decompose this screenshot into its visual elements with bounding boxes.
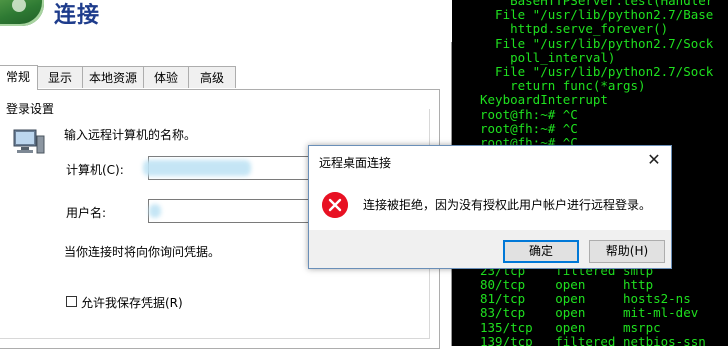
- terminal-line: 80/tcp open http: [480, 277, 654, 292]
- group-label: 登录设置: [4, 100, 57, 117]
- terminal-line: File "/usr/lib/python2.7/Sock: [480, 64, 714, 79]
- rdp-title: 连接: [54, 3, 101, 28]
- close-icon[interactable]: ✕: [643, 149, 665, 171]
- dialog-title: 远程桌面连接: [319, 156, 392, 170]
- terminal-line: 135/tcp open msrpc: [480, 319, 661, 335]
- computer-label: 计算机(C):: [66, 163, 124, 177]
- terminal-line: root@fh:~# ^C: [480, 106, 578, 122]
- username-field[interactable]: [148, 199, 318, 223]
- help-button[interactable]: 帮助(H): [589, 240, 665, 263]
- username-label: 用户名:: [66, 206, 107, 220]
- terminal-line: File "/usr/lib/python2.7/Base: [480, 7, 714, 23]
- terminal-line: root@fh:~# ^C: [480, 120, 578, 136]
- terminal-line: 81/tcp open hosts2-ns: [480, 291, 691, 307]
- tab-local-resources[interactable]: 本地资源: [82, 66, 144, 88]
- redacted-computer-name: [143, 160, 251, 176]
- computer-icon: [13, 129, 45, 154]
- rdp-logo-icon: [0, 0, 44, 26]
- computer-field[interactable]: [143, 156, 318, 180]
- error-dialog: 远程桌面连接 ✕ 连接被拒绝，因为没有授权此用户帐户进行远程登录。 确定 帮助(…: [308, 145, 672, 269]
- terminal-line: httpd.serve_forever(): [480, 21, 669, 37]
- tab-experience[interactable]: 体验: [143, 66, 189, 88]
- save-credentials-checkbox[interactable]: [66, 296, 77, 307]
- rdp-header: 连接: [0, 0, 452, 42]
- computer-prompt: 输入远程计算机的名称。: [64, 128, 197, 142]
- error-icon: [322, 192, 348, 218]
- redacted-username: [149, 204, 161, 218]
- tab-general[interactable]: 常规: [0, 65, 38, 90]
- terminal-line: KeyboardInterrupt: [480, 92, 608, 108]
- terminal-line: return func(*args): [480, 78, 646, 94]
- credentials-note: 当你连接时将向你询问凭据。: [64, 245, 221, 259]
- save-credentials-label: 允许我保存凭据(R): [81, 296, 183, 310]
- ok-button[interactable]: 确定: [503, 240, 579, 263]
- tab-display[interactable]: 显示: [37, 66, 83, 88]
- tab-bar: 常规 显示 本地资源 体验 高级: [0, 65, 440, 90]
- terminal-line: poll_interval): [480, 49, 616, 65]
- terminal-line: File "/usr/lib/python2.7/Sock: [480, 35, 714, 51]
- error-message: 连接被拒绝，因为没有授权此用户帐户进行远程登录。: [363, 198, 652, 212]
- tab-advanced[interactable]: 高级: [188, 66, 236, 88]
- terminal-line: 83/tcp open mit-ml-dev: [480, 305, 699, 321]
- terminal-line: 139/tcp filtered netbios-ssn: [480, 333, 706, 346]
